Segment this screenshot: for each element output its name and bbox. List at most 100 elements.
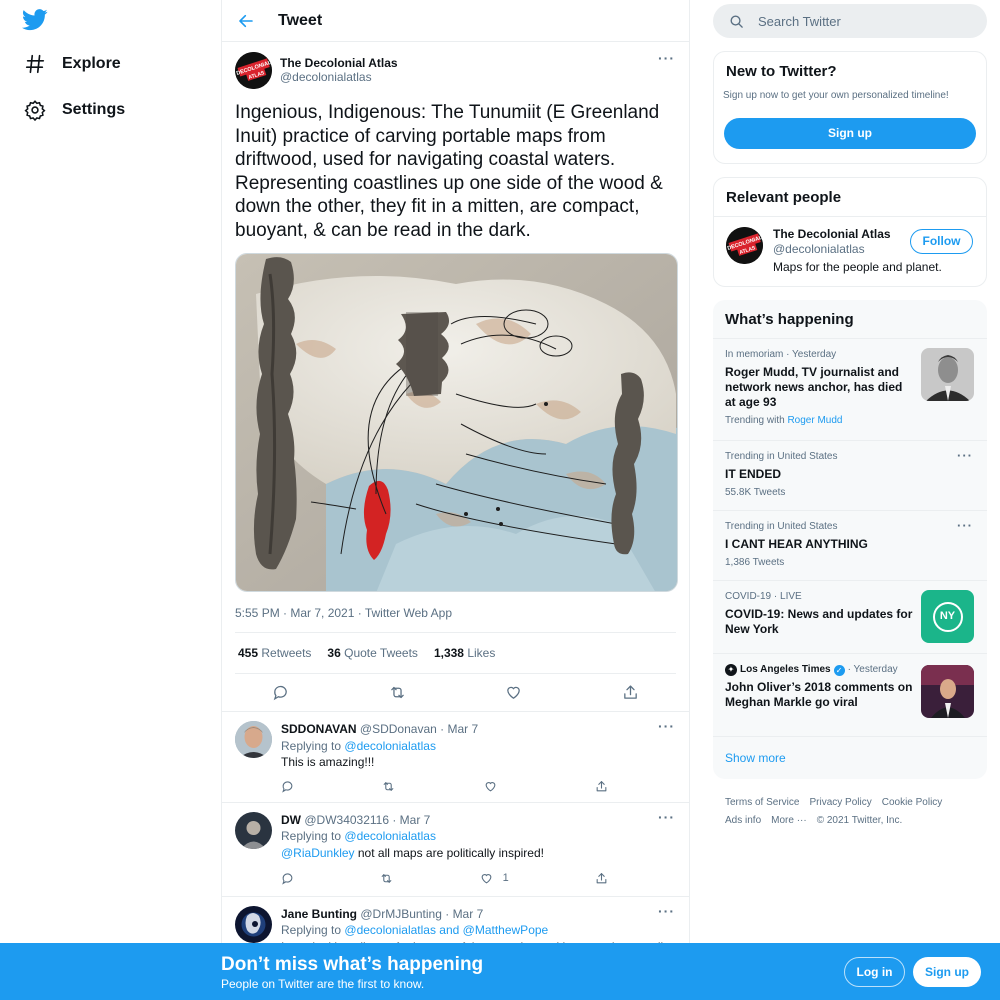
replying-to-label: Replying to — [281, 829, 342, 843]
tweet-actions — [222, 674, 689, 712]
avatar[interactable]: DECOLONIAL ATLAS — [235, 52, 272, 89]
reply-actions: 1 — [281, 870, 608, 887]
avatar[interactable] — [235, 721, 272, 758]
footer-link[interactable]: Privacy Policy — [809, 797, 871, 808]
avatar[interactable]: DECOLONIAL ATLAS — [726, 227, 763, 264]
new-to-twitter-card: New to Twitter? Sign up now to get your … — [713, 51, 987, 164]
like-icon[interactable] — [505, 684, 522, 701]
reply-tweet[interactable]: SDDONAVAN @SDDonavan · Mar 7 Replying to… — [222, 712, 689, 803]
reply-icon — [282, 873, 293, 885]
search-input[interactable]: Search Twitter — [713, 4, 987, 38]
banner-subtitle: People on Twitter are the first to know. — [221, 977, 425, 991]
more-options-icon[interactable]: ··· — [658, 718, 675, 734]
reply-author-name[interactable]: Jane Bunting — [281, 907, 357, 921]
author-name[interactable]: The Decolonial Atlas — [280, 56, 398, 70]
verified-badge-icon: ✓ — [833, 664, 845, 676]
trend-thumbnail — [921, 348, 974, 401]
more-options-icon[interactable]: ··· — [957, 448, 973, 464]
trend-item[interactable]: ✦ Los Angeles Times ✓ · Yesterday John O… — [713, 653, 987, 736]
avatar[interactable] — [235, 905, 272, 943]
share-action[interactable] — [595, 780, 608, 793]
back-arrow-icon[interactable] — [238, 13, 254, 29]
reply-icon — [282, 780, 293, 793]
retweet-action[interactable] — [380, 870, 393, 887]
covid-ny-thumbnail: NY — [921, 590, 974, 643]
banner-title: Don’t miss what’s happening — [221, 954, 484, 975]
tweet-stats: 455 Retweets 36 Quote Tweets 1,338 Likes — [235, 633, 676, 674]
nav-explore-label: Explore — [62, 55, 121, 72]
footer-link[interactable]: Terms of Service — [725, 797, 799, 808]
more-options-icon[interactable]: ··· — [658, 903, 675, 919]
whats-happening-card: What’s happening In memoriam · Yesterday… — [713, 300, 987, 779]
left-nav: Explore Settings — [0, 0, 221, 1000]
reply-author-name[interactable]: SDDONAVAN — [281, 722, 357, 736]
quote-tweets-stat[interactable]: 36 Quote Tweets — [327, 646, 418, 660]
trend-context: Trending in United States — [725, 521, 838, 532]
search-placeholder: Search Twitter — [758, 13, 841, 29]
reply-tweet[interactable]: DW @DW34032116 · Mar 7 Replying to @deco… — [222, 803, 689, 897]
person-avatar-icon — [235, 721, 272, 758]
replying-to-link[interactable]: @decolonialatlas — [344, 829, 436, 843]
show-more-link[interactable]: Show more — [713, 736, 987, 779]
tweet-text: Ingenious, Indigenous: The Tunumiit (E G… — [235, 102, 663, 241]
retweets-stat[interactable]: 455 Retweets — [238, 646, 311, 660]
retweet-action[interactable] — [382, 780, 395, 793]
relevant-people-title: Relevant people — [726, 189, 842, 206]
nav-settings[interactable]: Settings — [24, 99, 125, 121]
like-action[interactable]: 1 — [480, 870, 509, 887]
retweets-count: 455 — [238, 646, 259, 660]
driftwood-maps-image — [236, 254, 677, 591]
retweet-icon[interactable] — [389, 684, 406, 701]
right-sidebar: Search Twitter New to Twitter? Sign up n… — [713, 0, 987, 845]
reply-handle-date[interactable]: @DW34032116 · Mar 7 — [304, 813, 430, 827]
trend-title: Roger Mudd, TV journalist and network ne… — [725, 364, 903, 409]
tweet-timestamp[interactable]: 5:55 PM · Mar 7, 2021 · Twitter Web App — [235, 606, 676, 633]
replying-to-link[interactable]: @decolonialatlas — [344, 739, 436, 753]
page-title: Tweet — [278, 11, 323, 29]
more-options-icon[interactable]: ··· — [658, 809, 675, 825]
author-handle[interactable]: @decolonialatlas — [280, 70, 398, 84]
quote-tweets-count: 36 — [327, 646, 341, 660]
like-action[interactable] — [484, 780, 507, 793]
share-icon[interactable] — [622, 684, 639, 701]
reply-handle-date[interactable]: @DrMJBunting · Mar 7 — [360, 907, 483, 921]
retweets-label: Retweets — [261, 646, 312, 660]
tweet-image[interactable] — [235, 253, 678, 592]
footer-link[interactable]: Ads info — [725, 815, 761, 826]
footer-link[interactable]: Cookie Policy — [882, 797, 943, 808]
reply-text: not all maps are politically inspired! — [354, 845, 544, 860]
tweet-author[interactable]: DECOLONIAL ATLAS The Decolonial Atlas @d… — [235, 52, 676, 89]
more-options-icon[interactable]: ··· — [957, 518, 973, 534]
whats-happening-title: What’s happening — [725, 311, 854, 328]
share-action[interactable] — [595, 870, 608, 887]
likes-stat[interactable]: 1,338 Likes — [434, 646, 495, 660]
likes-label: Likes — [467, 646, 496, 660]
trend-item[interactable]: In memoriam · Yesterday Roger Mudd, TV j… — [713, 338, 987, 440]
trend-sub-link[interactable]: Roger Mudd — [787, 415, 842, 426]
replying-to-link[interactable]: @decolonialatlas and @MatthewPope — [344, 923, 548, 937]
avatar[interactable] — [235, 811, 272, 849]
signup-button[interactable]: Sign up — [724, 118, 976, 149]
copyright: © 2021 Twitter, Inc. — [816, 815, 903, 826]
reply-handle-date[interactable]: @SDDonavan · Mar 7 — [360, 722, 478, 736]
mention-link[interactable]: @RiaDunkley — [281, 846, 355, 860]
new-to-twitter-desc: Sign up now to get your own personalized… — [723, 90, 949, 101]
trend-title: I CANT HEAR ANYTHING — [725, 536, 868, 551]
footer-link[interactable]: More ··· — [771, 815, 807, 826]
trend-item[interactable]: Trending in United States I CANT HEAR AN… — [713, 510, 987, 580]
new-to-twitter-title: New to Twitter? — [726, 63, 837, 80]
login-button[interactable]: Log in — [844, 957, 905, 987]
reply-action[interactable] — [281, 780, 294, 793]
more-options-icon[interactable]: ··· — [658, 50, 675, 66]
follow-button[interactable]: Follow — [910, 229, 973, 254]
reply-icon[interactable] — [272, 684, 289, 701]
trend-item[interactable]: Trending in United States IT ENDED 55.8K… — [713, 440, 987, 510]
main-column: Tweet DECOLONIAL ATLAS The Decolonial At… — [221, 0, 690, 1000]
reply-action[interactable] — [281, 870, 294, 887]
banner-signup-button[interactable]: Sign up — [913, 957, 981, 987]
nav-explore[interactable]: Explore — [24, 53, 121, 75]
trend-item[interactable]: COVID-19 · LIVE COVID-19: News and updat… — [713, 580, 987, 653]
twitter-logo-icon[interactable] — [22, 8, 48, 32]
reply-author-name[interactable]: DW — [281, 813, 301, 827]
relevant-person[interactable]: DECOLONIAL ATLAS The Decolonial Atlas @d… — [714, 216, 986, 286]
